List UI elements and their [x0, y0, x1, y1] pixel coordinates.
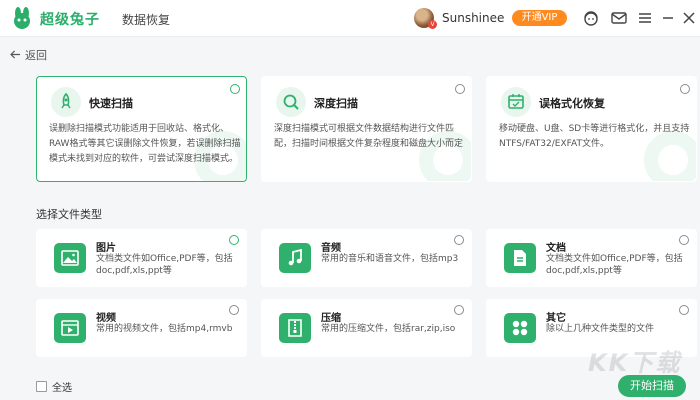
file-type-card-archive[interactable]: 压缩 常用的压缩文件，包括rar,zip,iso: [261, 299, 472, 357]
file-type-card-image[interactable]: 图片 文档类文件如Office,PDF等，包括doc,pdf,xls,ppt等: [36, 229, 247, 287]
document-icon: [504, 243, 536, 273]
file-type-title: 视频: [96, 313, 116, 324]
file-type-radio[interactable]: [229, 235, 239, 245]
magnifier-icon: [276, 87, 306, 117]
file-type-radio[interactable]: [229, 305, 239, 315]
mode-radio[interactable]: [455, 84, 465, 94]
file-type-title: 其它: [546, 313, 566, 324]
site-watermark: KK下载: [588, 349, 682, 377]
minimize-icon[interactable]: [659, 9, 677, 27]
file-type-title: 压缩: [321, 313, 341, 324]
file-type-title: 文档: [546, 243, 566, 254]
file-type-radio[interactable]: [679, 305, 689, 315]
file-type-title: 音频: [321, 243, 341, 254]
brand-name: 超级兔子: [40, 12, 100, 28]
arrow-left-icon: [10, 49, 21, 62]
file-type-card-audio[interactable]: 音频 常用的音乐和语音文件，包括mp3: [261, 229, 472, 287]
file-type-title: 图片: [96, 243, 116, 254]
mode-description: 移动硬盘、U盘、SD卡等进行格式化，并且支持NTFS/FAT32/EXFAT文件…: [499, 124, 690, 149]
mode-radio[interactable]: [230, 84, 240, 94]
mode-title: 深度扫描: [314, 97, 358, 110]
title-bar: 超级兔子 数据恢复 V Sunshinee 开通VIP: [0, 0, 700, 37]
mode-title: 误格式化恢复: [539, 97, 605, 110]
mode-description: 误删除扫描模式功能适用于回收站、格式化、RAW格式等其它误删除文件恢复，若误删除…: [49, 124, 241, 164]
image-icon: [54, 243, 86, 273]
mode-card-format-recovery[interactable]: 误格式化恢复 移动硬盘、U盘、SD卡等进行格式化，并且支持NTFS/FAT32/…: [486, 76, 697, 182]
back-button[interactable]: 返回: [10, 47, 47, 63]
music-icon: [279, 243, 311, 273]
calendar-restore-icon: [501, 87, 531, 117]
support-icon[interactable]: [582, 9, 600, 27]
menu-icon[interactable]: [636, 9, 654, 27]
file-type-description: 常用的视频文件，包括mp4,rmvb: [96, 324, 233, 334]
grid-icon: [504, 313, 536, 343]
start-scan-button[interactable]: 开始扫描: [618, 375, 686, 397]
select-all-label: 全选: [52, 383, 72, 394]
file-type-card-document[interactable]: 文档 文档类文件如Office,PDF等，包括doc,pdf,xls,ppt等: [486, 229, 697, 287]
file-type-card-video[interactable]: 视频 常用的视频文件，包括mp4,rmvb: [36, 299, 247, 357]
file-type-description: 文档类文件如Office,PDF等，包括doc,pdf,xls,ppt等: [546, 254, 683, 276]
file-type-radio[interactable]: [454, 235, 464, 245]
vip-level-badge: V: [428, 20, 437, 29]
file-type-description: 常用的音乐和语音文件，包括mp3: [321, 254, 459, 264]
select-all-checkbox[interactable]: [36, 381, 47, 392]
message-icon[interactable]: [610, 9, 628, 27]
mode-card-quick-scan[interactable]: 快速扫描 误删除扫描模式功能适用于回收站、格式化、RAW格式等其它误删除文件恢复…: [36, 76, 247, 182]
app-name: 数据恢复: [122, 13, 171, 27]
mode-radio[interactable]: [680, 84, 690, 94]
file-type-radio[interactable]: [454, 305, 464, 315]
file-type-radio[interactable]: [679, 235, 689, 245]
username[interactable]: Sunshinee: [442, 11, 504, 25]
select-all[interactable]: 全选: [36, 379, 72, 394]
zip-icon: [279, 313, 311, 343]
back-label: 返回: [25, 49, 47, 62]
rabbit-logo-icon: [10, 7, 34, 29]
mode-description: 深度扫描模式可根据文件数据结构进行文件匹配，扫描时间根据文件复杂程度和磁盘大小而…: [274, 124, 464, 149]
rocket-icon: [51, 87, 81, 117]
file-type-description: 常用的压缩文件，包括rar,zip,iso: [321, 324, 456, 334]
mode-card-deep-scan[interactable]: 深度扫描 深度扫描模式可根据文件数据结构进行文件匹配，扫描时间根据文件复杂程度和…: [261, 76, 472, 182]
file-type-description: 除以上几种文件类型的文件: [546, 324, 655, 334]
close-icon[interactable]: [680, 9, 698, 27]
mode-title: 快速扫描: [89, 97, 133, 110]
open-vip-button[interactable]: 开通VIP: [512, 10, 567, 26]
file-type-description: 文档类文件如Office,PDF等，包括doc,pdf,xls,ppt等: [96, 254, 233, 276]
file-type-section-title: 选择文件类型: [36, 208, 102, 221]
video-icon: [54, 313, 86, 343]
